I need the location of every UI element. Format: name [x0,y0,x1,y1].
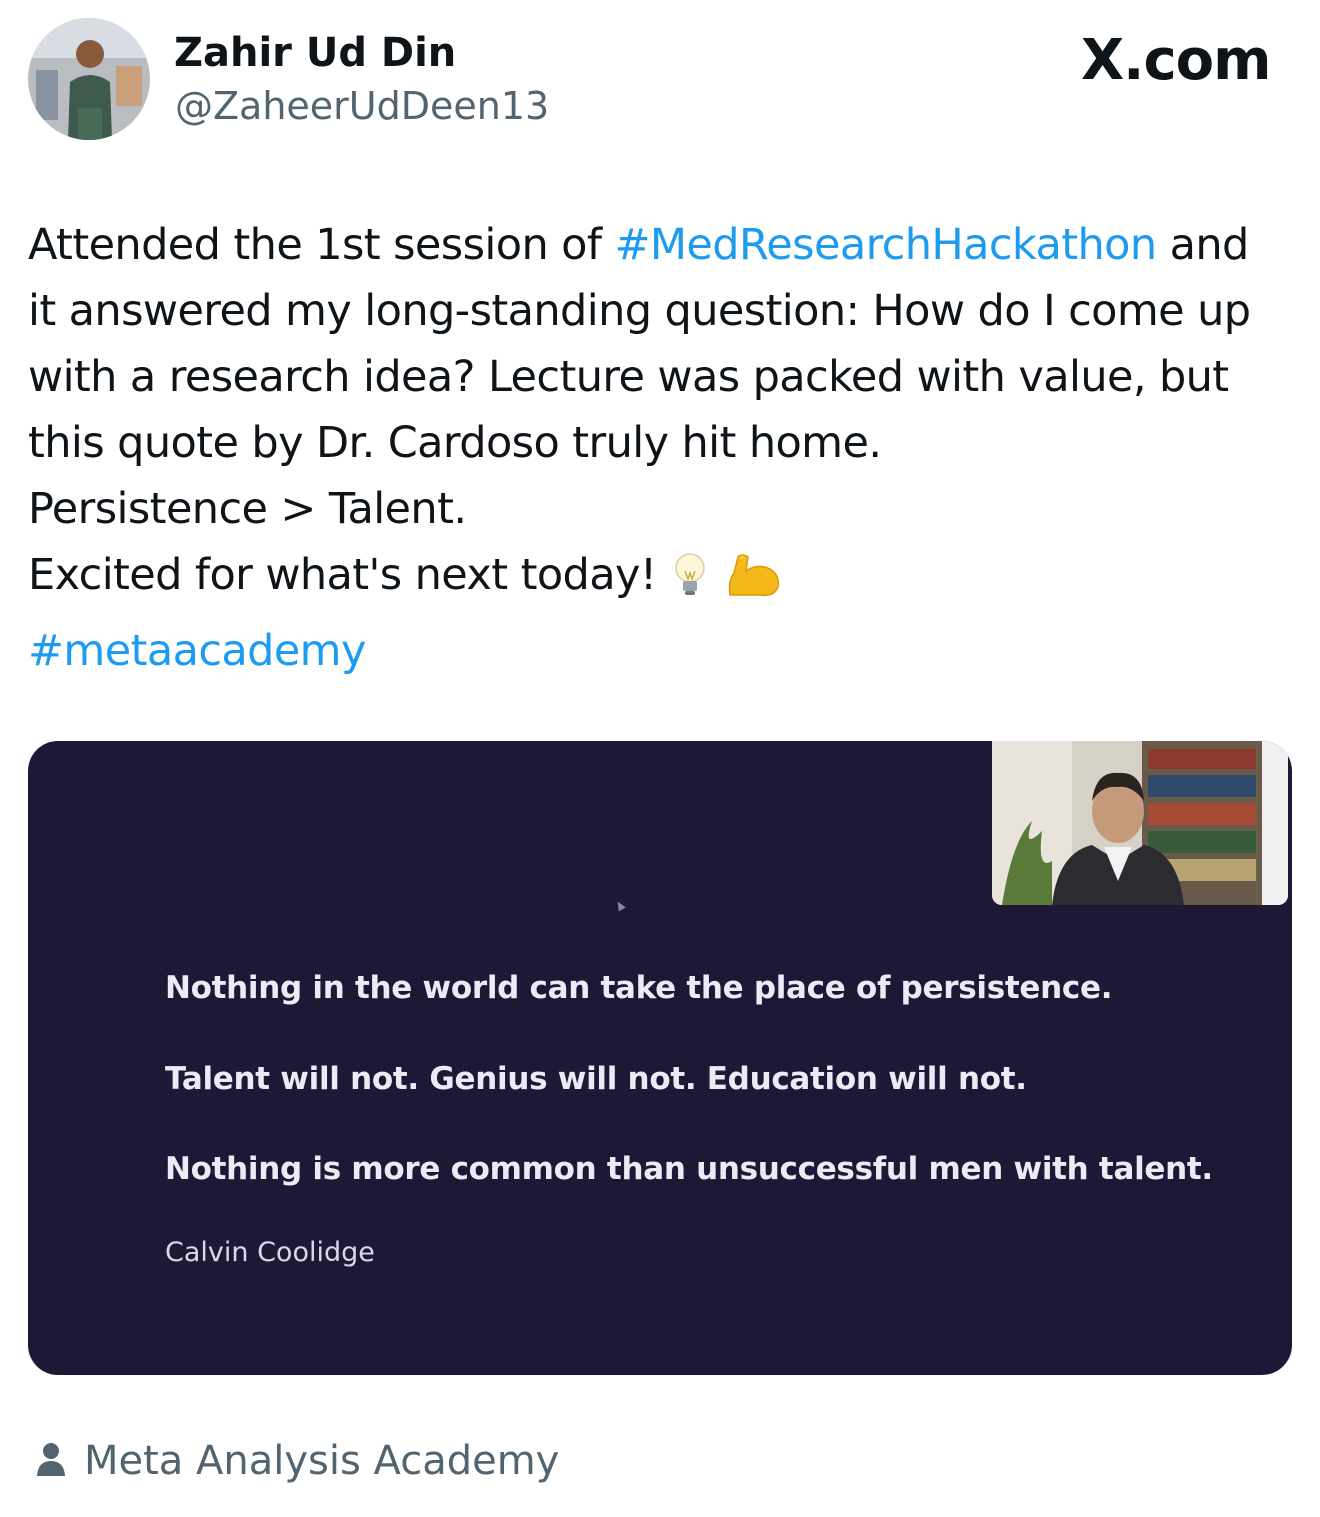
post-line: Attended the 1st session of #MedResearch… [28,212,1300,278]
x-logo: X.com [1081,28,1271,93]
flexed-biceps-icon [724,551,782,618]
post-line-text: Excited for what's next today! [28,550,657,600]
hashtag-link[interactable]: #MedResearchHackathon [614,220,1157,270]
quote-line-3: Nothing is more common than unsuccessful… [165,1151,1213,1187]
community-link[interactable]: Meta Analysis Academy [36,1438,559,1484]
post-line: it answered my long-standing question: H… [28,286,1251,336]
quote-line-1: Nothing in the world can take the place … [165,970,1113,1006]
hashtag-link[interactable]: #metaacademy [28,618,1300,684]
speaker-video-thumbnail [992,741,1288,905]
author-handle[interactable]: @ZaheerUdDeen13 [175,84,549,128]
mouse-cursor-icon [614,899,626,912]
post-line-text: and [1156,220,1250,270]
quote-attribution: Calvin Coolidge [165,1237,375,1268]
author-avatar[interactable] [28,18,150,140]
post-line: this quote by Dr. Cardoso truly hit home… [28,418,882,468]
person-icon [36,1442,66,1480]
post-line-text: Attended the 1st session of [28,220,615,270]
post-text: Attended the 1st session of #MedResearch… [28,212,1300,684]
light-bulb-icon [670,551,710,618]
post-line: Excited for what's next today! [28,542,1300,618]
post-line: with a research idea? Lecture was packed… [28,352,1229,402]
community-label: Meta Analysis Academy [84,1438,560,1484]
author-name[interactable]: Zahir Ud Din [174,30,456,76]
post-line: Persistence > Talent. [28,484,467,534]
quote-line-2: Talent will not. Genius will not. Educat… [165,1061,1027,1097]
post-media-image[interactable]: Nothing in the world can take the place … [28,741,1292,1375]
